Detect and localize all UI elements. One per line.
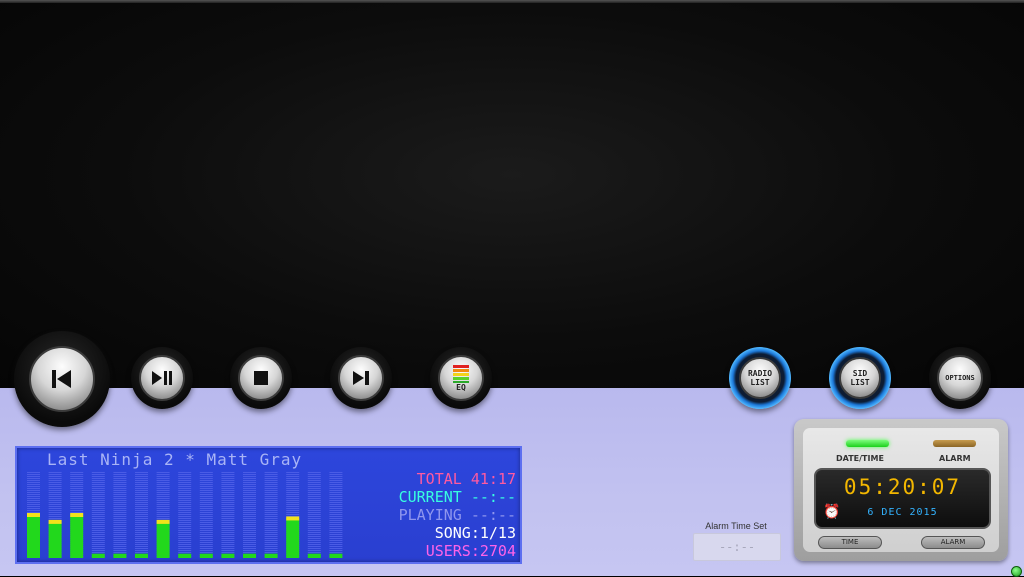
vu-bar [199, 472, 213, 558]
song-counter: SONG:1/13 [434, 524, 516, 542]
playing-time: PLAYING --:-- [398, 506, 516, 524]
sid-list-label: SID LIST [850, 369, 870, 387]
vu-bar [221, 472, 235, 558]
vu-bar [113, 472, 127, 558]
play-pause-icon [152, 371, 172, 385]
next-icon [353, 371, 369, 385]
vu-bar [286, 472, 300, 558]
alarm-time-set-label: Alarm Time Set [705, 521, 767, 531]
status-icon [1011, 566, 1022, 577]
vu-bar [264, 472, 278, 558]
time-button[interactable]: TIME [818, 536, 882, 549]
clock-body: DATE/TIME ALARM 05:20:07 ⏰ 6 DEC 2015 TI… [803, 428, 999, 552]
stop-icon [254, 371, 268, 385]
users-count: USERS:2704 [425, 542, 516, 560]
vu-bar [307, 472, 321, 558]
clock-time: 05:20:07 [843, 475, 962, 499]
play-pause-button[interactable] [131, 347, 193, 409]
visualizer-area [0, 0, 1024, 388]
vu-bar [48, 472, 62, 558]
vu-bar [135, 472, 148, 558]
equalizer-icon [453, 364, 469, 383]
lcd-display: Last Ninja 2 * Matt Gray TOTAL 41:17 CUR… [15, 446, 522, 564]
vu-bar [243, 472, 256, 558]
clock-date: 6 DEC 2015 [867, 507, 938, 518]
datetime-indicator [846, 440, 889, 447]
sid-list-button[interactable]: SID LIST [829, 347, 891, 409]
alarm-label: ALARM [939, 454, 971, 463]
vu-bar [329, 472, 343, 558]
total-time: TOTAL 41:17 [416, 470, 516, 488]
alarm-time-input[interactable]: --:-- [693, 533, 781, 561]
previous-icon [52, 370, 71, 388]
clock-widget: DATE/TIME ALARM 05:20:07 ⏰ 6 DEC 2015 TI… [794, 419, 1008, 561]
vu-bar [91, 472, 105, 558]
eq-label: EQ [456, 382, 466, 392]
eq-button[interactable]: EQ [430, 347, 492, 409]
vu-bar [27, 472, 40, 558]
vu-bar [70, 472, 84, 558]
datetime-label: DATE/TIME [836, 454, 884, 463]
stats-panel: TOTAL 41:17 CURRENT --:-- PLAYING --:-- … [399, 470, 516, 560]
vu-bar [178, 472, 192, 558]
alarm-button[interactable]: ALARM [921, 536, 985, 549]
options-button[interactable]: OPTIONS [929, 347, 991, 409]
options-label: OPTIONS [945, 373, 975, 382]
current-time: CURRENT --:-- [398, 488, 516, 506]
next-button[interactable] [330, 347, 392, 409]
radio-list-button[interactable]: RADIO LIST [729, 347, 791, 409]
clock-display: 05:20:07 ⏰ 6 DEC 2015 [814, 468, 991, 529]
stop-button[interactable] [230, 347, 292, 409]
vu-bar [156, 472, 170, 558]
alarm-indicator [933, 440, 976, 447]
song-title: Last Ninja 2 * Matt Gray [47, 450, 303, 469]
radio-list-label: RADIO LIST [747, 369, 773, 387]
vu-meter [27, 472, 343, 558]
previous-button[interactable] [14, 331, 110, 427]
